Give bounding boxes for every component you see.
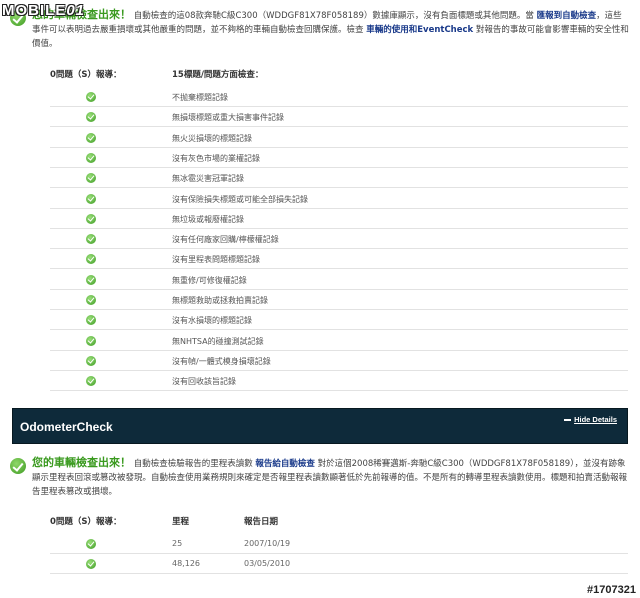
table-row: 沒有保險損失標題或可能全部損失記錄 [50, 189, 628, 209]
check-label: 沒有任何廠家回購/檸檬權記錄 [172, 235, 279, 245]
check-circle-icon [86, 274, 96, 285]
table-row: 沒有水損壞的標題記錄 [50, 310, 628, 331]
report-date-value: 2007/10/19 [244, 539, 291, 548]
post-number: #1707321 [587, 584, 636, 596]
check-label: 沒有回收該旨記錄 [172, 377, 236, 387]
col-mileage: 里程 [172, 517, 190, 527]
panel-title: OdometerCheck [20, 420, 113, 434]
watermark-logo: MOBILE01 [2, 2, 86, 19]
check-label: 無垃圾或報廢權記錄 [172, 214, 244, 224]
check-circle-icon [86, 112, 96, 123]
report-autocheck-link[interactable]: 匯報到自動檢查 [537, 11, 597, 21]
table-row: 無標題救助或拯救拍賣記錄 [50, 290, 628, 310]
table-row: 25 2007/10/19 [50, 534, 628, 554]
check-circle-icon [86, 376, 96, 387]
report-autocheck-link[interactable]: 報告給自動檢查 [255, 459, 315, 469]
check-label: 無標題救助或拯救拍賣記錄 [172, 296, 268, 305]
check-circle-icon [86, 213, 96, 224]
table-row: 沒有幀/一體式模身損壞記錄 [50, 351, 628, 371]
report-date-value: 03/05/2010 [244, 559, 291, 568]
check-label: 無冰雹災害冠軍記錄 [172, 174, 244, 184]
table-row: 無冰雹災害冠軍記錄 [50, 168, 628, 189]
check-circle-icon [86, 173, 96, 184]
check-circle-icon [86, 92, 96, 102]
check-label: 不抛棄標題記錄 [172, 93, 228, 102]
col-problems-reported: 0問題（S）報導： [50, 70, 122, 80]
check-circle-icon [86, 559, 96, 569]
table-row: 不抛棄標題記錄 [50, 87, 628, 107]
table-row: 無重修/可修復權記錄 [50, 270, 628, 290]
check-circle-icon [86, 132, 96, 143]
check-circle-icon [86, 193, 96, 204]
table-row: 48,126 03/05/2010 [50, 554, 628, 574]
mileage-value: 48,126 [172, 559, 200, 568]
check-label: 無火災損壞的標題記錄 [172, 133, 252, 143]
check-circle-icon [86, 315, 96, 326]
hide-details-toggle[interactable]: Hide Details [564, 415, 617, 424]
check-circle-icon [86, 152, 96, 163]
check-label: 無NHTSA的碰撞測試記錄 [172, 336, 264, 346]
odometercheck-panel-header: OdometerCheck Hide Details [12, 408, 628, 444]
table-row: 無損壞標題或重大損害事件記錄 [50, 107, 628, 128]
odometer-summary: 您的車輛檢查出來！ 自動檢查檢驗報告的里程表讀數 報告給自動檢查 對於這個200… [10, 456, 630, 499]
accident-summary: 您的車輛檢查出來！ 自動檢查的這08款奔馳C級C300（WDDGF81X78F0… [10, 8, 630, 51]
table-row: 沒有任何廠家回購/檸檬權記錄 [50, 229, 628, 250]
summary-headline: 您的車輛檢查出來！ [32, 456, 131, 469]
check-circle-icon [86, 335, 96, 346]
check-label: 沒有幀/一體式模身損壞記錄 [172, 356, 271, 366]
check-label: 沒有里程表問題標題記錄 [172, 255, 260, 265]
table-row: 沒有里程表問題標題記錄 [50, 249, 628, 270]
check-circle-icon [86, 355, 96, 366]
check-circle-icon [86, 539, 96, 549]
table-row: 無火災損壞的標題記錄 [50, 128, 628, 148]
check-label: 沒有保險損失標題或可能全部損失記錄 [172, 194, 308, 204]
minus-icon [564, 419, 572, 422]
col-report-date: 報告日期 [244, 517, 279, 527]
check-label: 沒有水損壞的標題記錄 [172, 316, 252, 326]
check-circle-icon [86, 295, 96, 305]
col-title-checks: 15標題/問題方面檢查： [172, 70, 264, 80]
mileage-value: 25 [172, 539, 183, 548]
col-problems-reported: 0問題（S）報導： [50, 517, 122, 527]
table-row: 沒有回收該旨記錄 [50, 371, 628, 392]
table-row: 沒有灰色市場的業權記錄 [50, 148, 628, 168]
table-row: 無NHTSA的碰撞測試記錄 [50, 331, 628, 351]
check-label: 無重修/可修復權記錄 [172, 275, 247, 285]
check-label: 沒有灰色市場的業權記錄 [172, 153, 260, 163]
table-row: 無垃圾或報廢權記錄 [50, 209, 628, 229]
check-circle-icon [10, 458, 26, 474]
vehicle-usage-eventcheck-link[interactable]: 車輛的使用和EventCheck [366, 25, 473, 35]
check-circle-icon [86, 234, 96, 245]
check-label: 無損壞標題或重大損害事件記錄 [172, 113, 284, 123]
check-circle-icon [86, 254, 96, 265]
